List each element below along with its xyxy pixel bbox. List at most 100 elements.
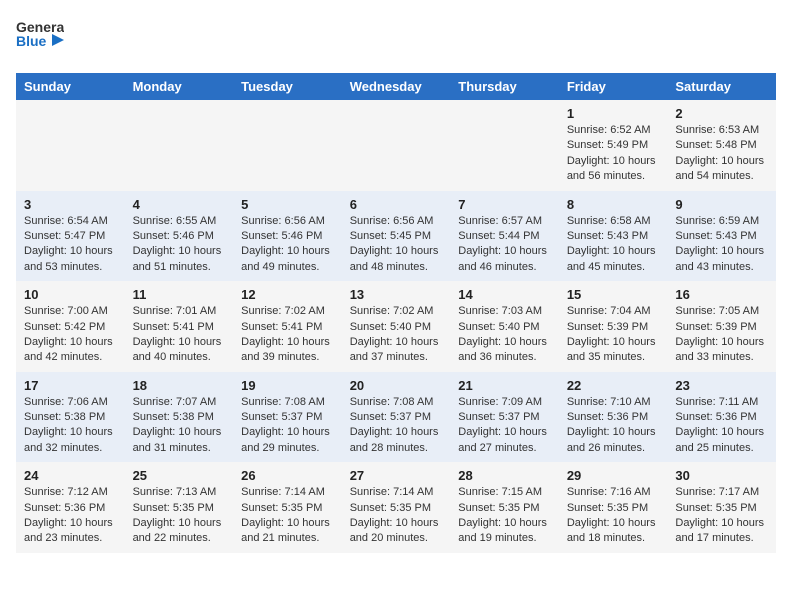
day-number: 26 — [241, 468, 334, 483]
day-number: 30 — [675, 468, 768, 483]
header-cell-tuesday: Tuesday — [233, 73, 342, 100]
day-info: Sunrise: 6:53 AMSunset: 5:48 PMDaylight:… — [675, 123, 768, 185]
day-info: Sunrise: 7:17 AMSunset: 5:35 PMDaylight:… — [675, 485, 768, 547]
header-row: SundayMondayTuesdayWednesdayThursdayFrid… — [16, 73, 776, 100]
day-info: Sunrise: 7:06 AMSunset: 5:38 PMDaylight:… — [24, 395, 117, 457]
day-number: 17 — [24, 378, 117, 393]
day-info: Sunrise: 7:08 AMSunset: 5:37 PMDaylight:… — [350, 395, 443, 457]
day-number: 10 — [24, 287, 117, 302]
day-number: 1 — [567, 106, 660, 121]
calendar-cell: 9 Sunrise: 6:59 AMSunset: 5:43 PMDaylight… — [667, 191, 776, 282]
calendar-week-4: 17 Sunrise: 7:06 AMSunset: 5:38 PMDayligh… — [16, 372, 776, 463]
calendar-cell: 10 Sunrise: 7:00 AMSunset: 5:42 PMDayligh… — [16, 281, 125, 372]
page-header: General Blue — [16, 16, 776, 61]
calendar-cell: 29 Sunrise: 7:16 AMSunset: 5:35 PMDayligh… — [559, 462, 668, 553]
calendar-week-1: 1 Sunrise: 6:52 AMSunset: 5:49 PMDaylight… — [16, 100, 776, 191]
day-info: Sunrise: 7:11 AMSunset: 5:36 PMDaylight:… — [675, 395, 768, 457]
day-number: 29 — [567, 468, 660, 483]
day-number: 13 — [350, 287, 443, 302]
day-info: Sunrise: 7:04 AMSunset: 5:39 PMDaylight:… — [567, 304, 660, 366]
day-info: Sunrise: 7:15 AMSunset: 5:35 PMDaylight:… — [458, 485, 551, 547]
calendar-header: SundayMondayTuesdayWednesdayThursdayFrid… — [16, 73, 776, 100]
day-info: Sunrise: 7:14 AMSunset: 5:35 PMDaylight:… — [350, 485, 443, 547]
calendar-week-5: 24Sunrise: 7:12 AMSunset: 5:36 PMDayligh… — [16, 462, 776, 553]
calendar-cell: 23 Sunrise: 7:11 AMSunset: 5:36 PMDayligh… — [667, 372, 776, 463]
day-info: Sunrise: 6:56 AMSunset: 5:46 PMDaylight:… — [241, 214, 334, 276]
calendar-cell: 24Sunrise: 7:12 AMSunset: 5:36 PMDayligh… — [16, 462, 125, 553]
calendar-body: 1 Sunrise: 6:52 AMSunset: 5:49 PMDaylight… — [16, 100, 776, 553]
day-info: Sunrise: 6:58 AMSunset: 5:43 PMDaylight:… — [567, 214, 660, 276]
header-cell-saturday: Saturday — [667, 73, 776, 100]
day-number: 6 — [350, 197, 443, 212]
day-info: Sunrise: 6:52 AMSunset: 5:49 PMDaylight:… — [567, 123, 660, 185]
calendar-week-3: 10 Sunrise: 7:00 AMSunset: 5:42 PMDayligh… — [16, 281, 776, 372]
day-info: Sunrise: 7:00 AMSunset: 5:42 PMDaylight:… — [24, 304, 117, 366]
day-info: Sunrise: 7:08 AMSunset: 5:37 PMDaylight:… — [241, 395, 334, 457]
day-info: Sunrise: 7:16 AMSunset: 5:35 PMDaylight:… — [567, 485, 660, 547]
calendar-cell — [125, 100, 234, 191]
calendar-cell: 28Sunrise: 7:15 AMSunset: 5:35 PMDayligh… — [450, 462, 559, 553]
day-number: 27 — [350, 468, 443, 483]
calendar-cell: 2 Sunrise: 6:53 AMSunset: 5:48 PMDaylight… — [667, 100, 776, 191]
day-number: 15 — [567, 287, 660, 302]
calendar-cell: 21 Sunrise: 7:09 AMSunset: 5:37 PMDayligh… — [450, 372, 559, 463]
logo-icon: General Blue — [16, 16, 64, 61]
calendar-cell — [16, 100, 125, 191]
day-info: Sunrise: 7:07 AMSunset: 5:38 PMDaylight:… — [133, 395, 226, 457]
day-info: Sunrise: 6:59 AMSunset: 5:43 PMDaylight:… — [675, 214, 768, 276]
day-number: 14 — [458, 287, 551, 302]
svg-text:Blue: Blue — [16, 33, 47, 49]
calendar-cell: 12Sunrise: 7:02 AMSunset: 5:41 PMDayligh… — [233, 281, 342, 372]
header-cell-sunday: Sunday — [16, 73, 125, 100]
day-number: 22 — [567, 378, 660, 393]
day-number: 16 — [675, 287, 768, 302]
day-info: Sunrise: 7:14 AMSunset: 5:35 PMDaylight:… — [241, 485, 334, 547]
calendar-cell: 26 Sunrise: 7:14 AMSunset: 5:35 PMDayligh… — [233, 462, 342, 553]
calendar-cell: 25Sunrise: 7:13 AMSunset: 5:35 PMDayligh… — [125, 462, 234, 553]
calendar-cell: 13Sunrise: 7:02 AMSunset: 5:40 PMDayligh… — [342, 281, 451, 372]
header-cell-friday: Friday — [559, 73, 668, 100]
day-number: 20 — [350, 378, 443, 393]
day-info: Sunrise: 7:05 AMSunset: 5:39 PMDaylight:… — [675, 304, 768, 366]
day-number: 24 — [24, 468, 117, 483]
calendar-cell: 27 Sunrise: 7:14 AMSunset: 5:35 PMDayligh… — [342, 462, 451, 553]
day-number: 7 — [458, 197, 551, 212]
day-info: Sunrise: 7:10 AMSunset: 5:36 PMDaylight:… — [567, 395, 660, 457]
calendar-cell: 4Sunrise: 6:55 AMSunset: 5:46 PMDaylight… — [125, 191, 234, 282]
day-number: 12 — [241, 287, 334, 302]
day-info: Sunrise: 7:03 AMSunset: 5:40 PMDaylight:… — [458, 304, 551, 366]
day-info: Sunrise: 6:56 AMSunset: 5:45 PMDaylight:… — [350, 214, 443, 276]
calendar-cell: 30 Sunrise: 7:17 AMSunset: 5:35 PMDayligh… — [667, 462, 776, 553]
calendar-cell: 1 Sunrise: 6:52 AMSunset: 5:49 PMDaylight… — [559, 100, 668, 191]
calendar-cell: 8Sunrise: 6:58 AMSunset: 5:43 PMDaylight… — [559, 191, 668, 282]
calendar-cell: 15 Sunrise: 7:04 AMSunset: 5:39 PMDayligh… — [559, 281, 668, 372]
day-info: Sunrise: 6:57 AMSunset: 5:44 PMDaylight:… — [458, 214, 551, 276]
calendar-cell: 6 Sunrise: 6:56 AMSunset: 5:45 PMDaylight… — [342, 191, 451, 282]
day-number: 25 — [133, 468, 226, 483]
day-number: 23 — [675, 378, 768, 393]
calendar-cell — [233, 100, 342, 191]
header-cell-thursday: Thursday — [450, 73, 559, 100]
day-number: 21 — [458, 378, 551, 393]
day-number: 11 — [133, 287, 226, 302]
day-info: Sunrise: 7:01 AMSunset: 5:41 PMDaylight:… — [133, 304, 226, 366]
calendar-cell — [342, 100, 451, 191]
calendar-cell: 11 Sunrise: 7:01 AMSunset: 5:41 PMDayligh… — [125, 281, 234, 372]
day-number: 2 — [675, 106, 768, 121]
day-number: 9 — [675, 197, 768, 212]
header-cell-wednesday: Wednesday — [342, 73, 451, 100]
day-number: 3 — [24, 197, 117, 212]
day-number: 4 — [133, 197, 226, 212]
calendar-cell: 20 Sunrise: 7:08 AMSunset: 5:37 PMDayligh… — [342, 372, 451, 463]
logo: General Blue — [16, 16, 64, 61]
calendar-cell: 17 Sunrise: 7:06 AMSunset: 5:38 PMDayligh… — [16, 372, 125, 463]
calendar-cell: 16 Sunrise: 7:05 AMSunset: 5:39 PMDayligh… — [667, 281, 776, 372]
calendar-cell: 5Sunrise: 6:56 AMSunset: 5:46 PMDaylight… — [233, 191, 342, 282]
day-info: Sunrise: 7:09 AMSunset: 5:37 PMDaylight:… — [458, 395, 551, 457]
day-info: Sunrise: 6:54 AMSunset: 5:47 PMDaylight:… — [24, 214, 117, 276]
calendar-cell: 18Sunrise: 7:07 AMSunset: 5:38 PMDayligh… — [125, 372, 234, 463]
calendar-cell: 19Sunrise: 7:08 AMSunset: 5:37 PMDayligh… — [233, 372, 342, 463]
calendar-week-2: 3 Sunrise: 6:54 AMSunset: 5:47 PMDaylight… — [16, 191, 776, 282]
calendar-cell: 14 Sunrise: 7:03 AMSunset: 5:40 PMDayligh… — [450, 281, 559, 372]
calendar-cell: 7 Sunrise: 6:57 AMSunset: 5:44 PMDaylight… — [450, 191, 559, 282]
